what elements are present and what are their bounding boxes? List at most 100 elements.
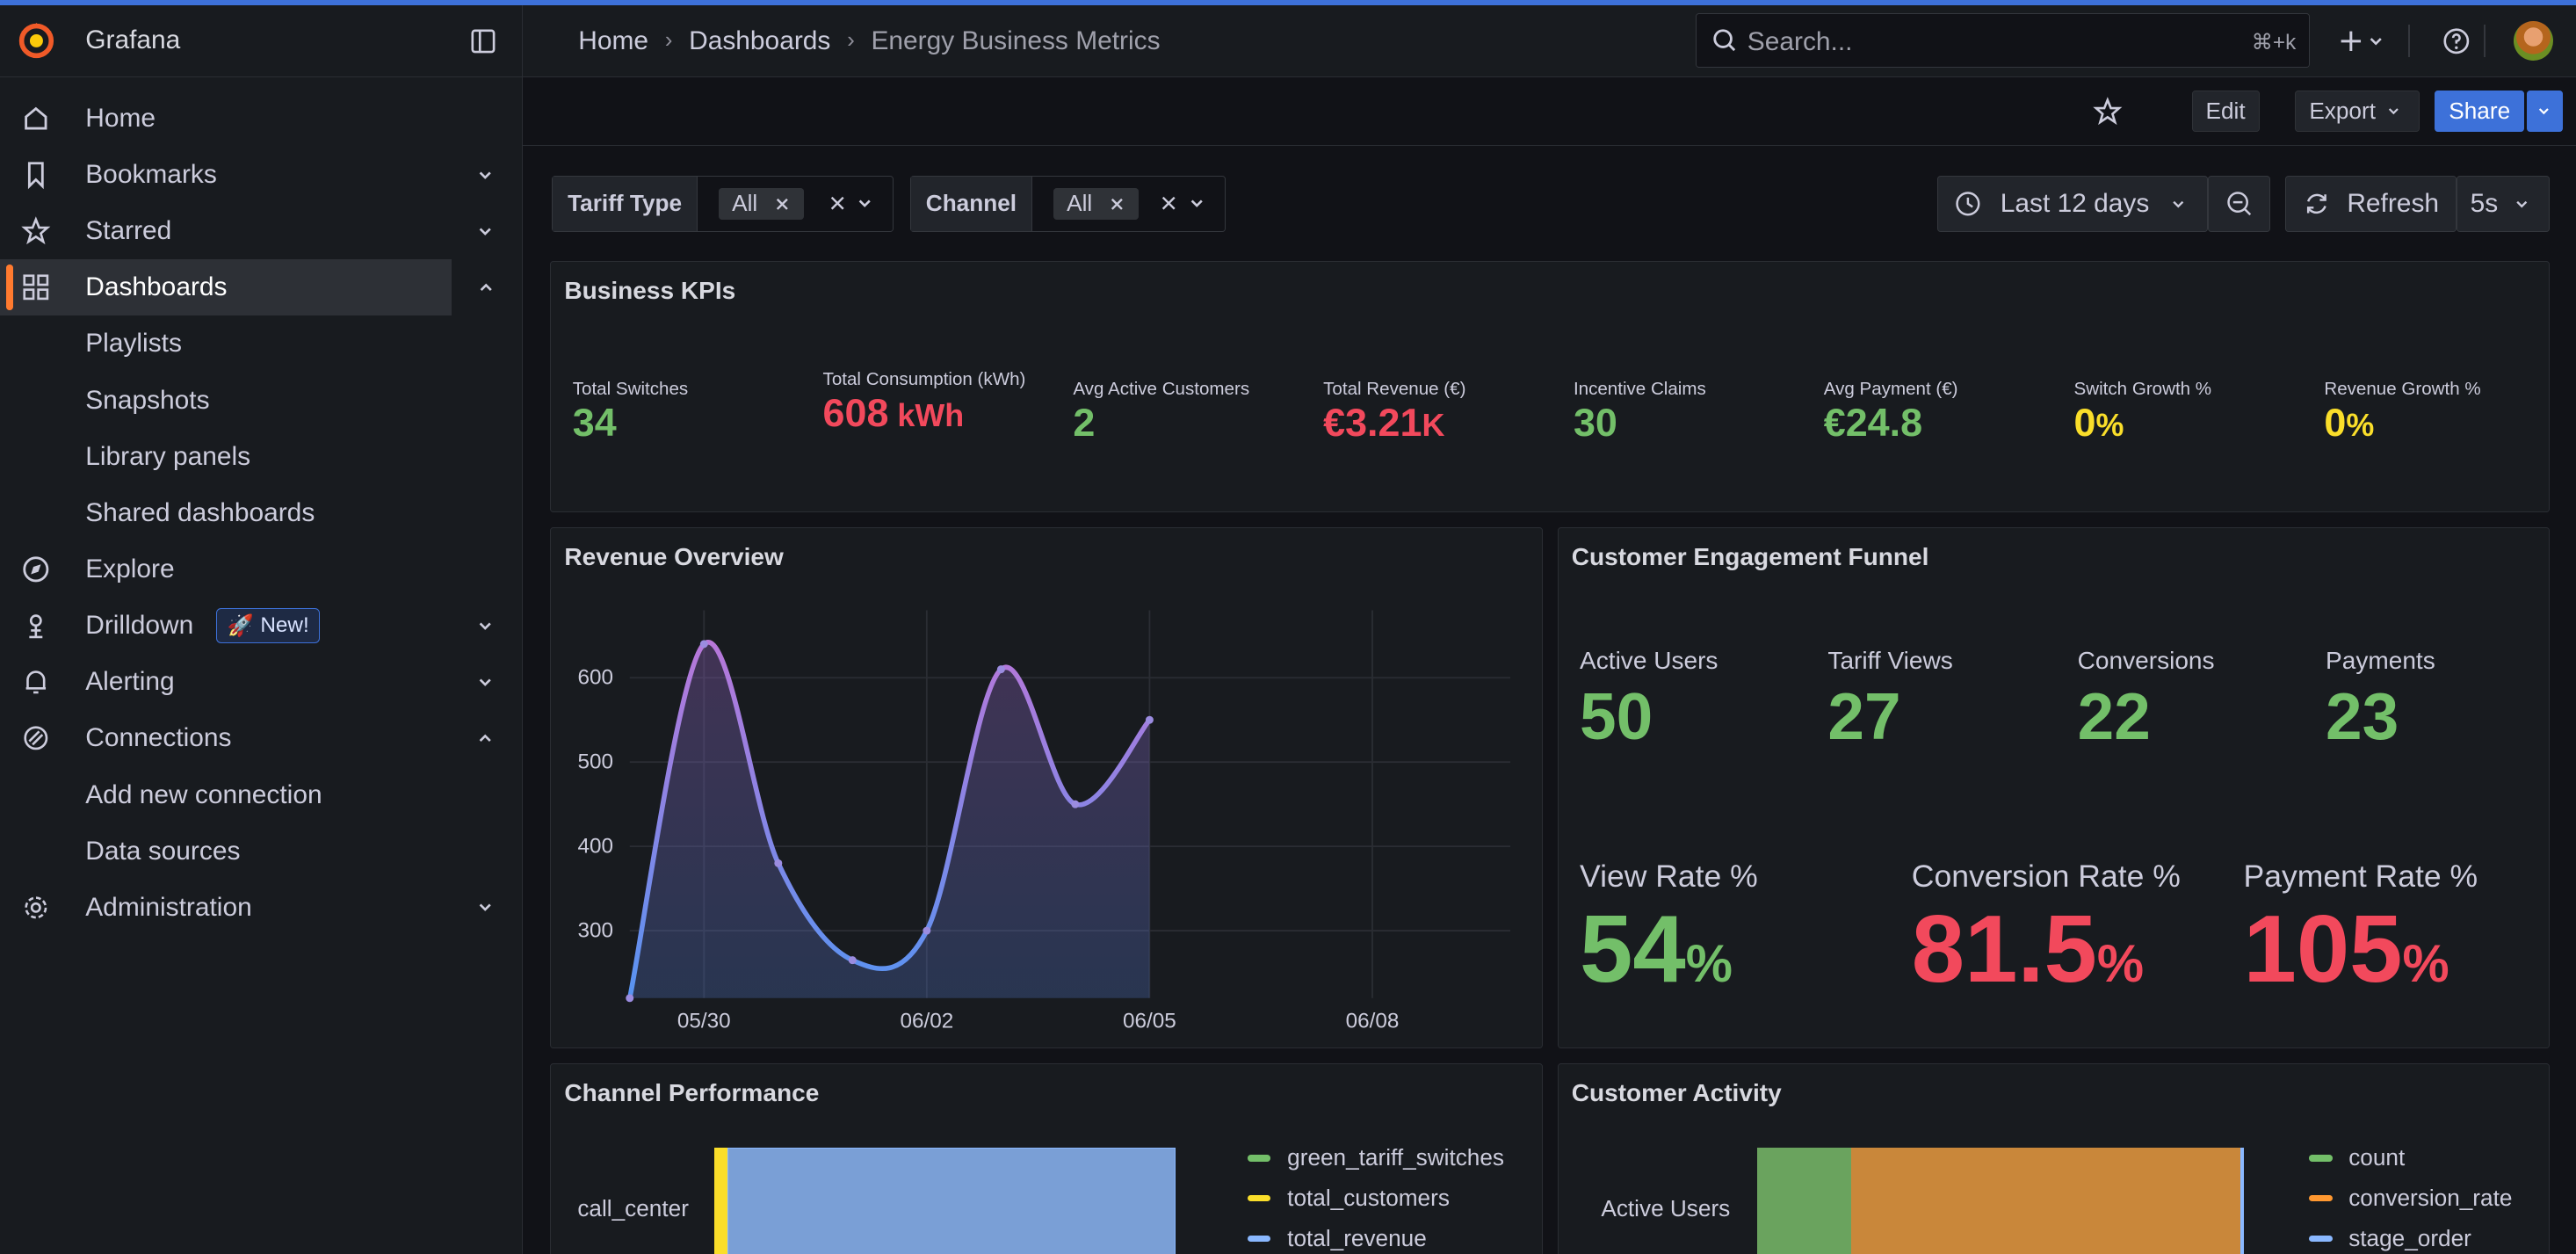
kpi-label: Total Switches (572, 378, 689, 399)
legend-swatch (2309, 1235, 2333, 1243)
legend-label: conversion_rate (2348, 1185, 2513, 1212)
star-icon[interactable] (2093, 97, 2123, 127)
chevron-down-icon[interactable] (475, 897, 495, 917)
variable-channel[interactable]: Channel All (909, 176, 1226, 232)
home-icon (25, 106, 47, 130)
chevron-up-icon[interactable] (476, 278, 496, 297)
share-menu-button[interactable] (2527, 90, 2564, 132)
sidebar-item-label: Starred (85, 216, 172, 246)
clear-icon[interactable] (1159, 193, 1178, 213)
refresh-interval-picker[interactable]: 5s (2456, 176, 2551, 232)
y-tick-label: 300 (578, 919, 614, 943)
funnel-stat-value: 22 (2077, 678, 2151, 753)
export-label: Export (2309, 97, 2376, 124)
variable-chip[interactable]: All (1053, 188, 1139, 220)
chevron-down-icon[interactable] (475, 165, 495, 185)
bar-total-revenue[interactable] (727, 1148, 1176, 1254)
bar-stage-order[interactable] (2240, 1148, 2244, 1254)
chevron-down-icon[interactable] (475, 616, 495, 635)
grafana-logo-icon[interactable] (17, 21, 56, 61)
breadcrumb-current: Energy Business Metrics (871, 25, 1161, 55)
search-input[interactable]: Search... ⌘+k (1695, 12, 2311, 68)
breadcrumb-home[interactable]: Home (578, 26, 648, 56)
nav-menu: Home Bookmarks Starred Dashboards Playli… (0, 77, 522, 936)
compass-icon (23, 556, 49, 583)
panel-channel-performance: Channel Performance call_center green_ta… (550, 1062, 1543, 1254)
kpi-label: Switch Growth % (2073, 378, 2212, 399)
sidebar-item-dashboards[interactable]: Dashboards (0, 259, 493, 316)
sidebar-item-shared-dashboards[interactable]: Shared dashboards (0, 485, 522, 541)
sidebar-item-explore[interactable]: Explore (0, 541, 522, 598)
chevron-down-icon[interactable] (475, 221, 495, 241)
legend-item[interactable]: stage_order (2309, 1219, 2512, 1254)
legend-swatch (2309, 1195, 2333, 1202)
kpi-stat: Total Switches 34 (572, 378, 803, 446)
clear-icon[interactable] (828, 193, 847, 213)
legend-item[interactable]: total_customers (1248, 1178, 1504, 1219)
variable-tariff-type[interactable]: Tariff Type All (552, 176, 894, 232)
legend-item[interactable]: green_tariff_switches (1248, 1138, 1504, 1178)
bar-total-customers[interactable] (713, 1148, 727, 1254)
bookmark-icon (28, 162, 45, 190)
breadcrumb: Home › Dashboards › Energy Business Metr… (578, 26, 1160, 56)
sidebar-item-add-new-connection[interactable]: Add new connection (0, 767, 522, 823)
refresh-button[interactable]: Refresh (2285, 176, 2457, 232)
sidebar-item-administration[interactable]: Administration (0, 880, 522, 936)
sidebar-item-playlists[interactable]: Playlists (0, 315, 522, 372)
kpi-number: 0 (2324, 400, 2347, 446)
edit-button[interactable]: Edit (2191, 90, 2260, 132)
zoom-out-button[interactable] (2208, 176, 2271, 232)
sidebar-item-library-panels[interactable]: Library panels (0, 429, 522, 485)
sidebar-item-alerting[interactable]: Alerting (0, 654, 522, 710)
chevron-down-icon[interactable] (1187, 193, 1206, 213)
variable-label: Tariff Type (553, 177, 698, 231)
rocket-icon: 🚀 (227, 614, 254, 639)
chevron-down-icon[interactable] (2366, 26, 2385, 56)
remove-icon[interactable] (774, 196, 791, 213)
legend-label: count (2348, 1144, 2406, 1171)
sidebar-item-starred[interactable]: Starred (0, 203, 522, 259)
chevron-down-icon[interactable] (855, 193, 874, 213)
variable-chip[interactable]: All (719, 188, 804, 220)
funnel-stat: Payments 23 (2326, 647, 2435, 754)
chevron-up-icon[interactable] (475, 728, 495, 748)
legend-item[interactable]: conversion_rate (2309, 1178, 2512, 1219)
new-badge: 🚀 New! (216, 608, 320, 643)
funnel-stat: Conversions 22 (2078, 647, 2215, 754)
revenue-chart[interactable]: 300 400 500 600 05/30 06/02 06/05 06/08 (551, 528, 1542, 1048)
sidebar-item-bookmarks[interactable]: Bookmarks (0, 147, 522, 203)
sidebar-item-connections[interactable]: Connections (0, 710, 522, 766)
sidebar-item-data-sources[interactable]: Data sources (0, 823, 522, 880)
export-button[interactable]: Export (2295, 90, 2420, 132)
bar-conversion-rate[interactable] (1850, 1148, 2240, 1254)
kpi-stat: Switch Growth % 0% (2073, 378, 2305, 446)
data-point (774, 859, 783, 868)
kpi-label: Incentive Claims (1573, 378, 1706, 399)
share-button[interactable]: Share (2435, 90, 2525, 132)
data-point (849, 956, 857, 965)
sidebar-item-home[interactable]: Home (0, 91, 522, 147)
breadcrumb-dashboards[interactable]: Dashboards (689, 26, 830, 56)
legend-item[interactable]: total_revenue (1248, 1219, 1504, 1254)
search-placeholder: Search... (1747, 26, 1853, 56)
funnel-stat: Active Users 50 (1580, 647, 1718, 754)
kpi-unit: kWh (888, 398, 965, 434)
chevron-down-icon[interactable] (475, 672, 495, 692)
sidebar-item-drilldown[interactable]: Drilldown 🚀 New! (0, 598, 522, 654)
legend-item[interactable]: count (2309, 1138, 2512, 1178)
kpi-value: 2 (1073, 400, 1303, 446)
remove-icon[interactable] (1109, 196, 1125, 213)
help-icon[interactable] (2442, 26, 2471, 56)
clock-icon (1956, 192, 1980, 216)
plus-icon[interactable] (2336, 26, 2366, 56)
y-tick-label: 500 (578, 750, 614, 774)
bar-count[interactable] (1757, 1148, 1851, 1254)
funnel-stat-label: Tariff Views (1827, 646, 1953, 674)
zoom-out-icon (2227, 192, 2252, 216)
sidebar-item-snapshots[interactable]: Snapshots (0, 373, 522, 429)
panel-business-kpis: Business KPIs Total Switches 34 Total Cons… (550, 261, 2551, 513)
time-range-picker[interactable]: Last 12 days (1936, 176, 2209, 232)
avatar[interactable] (2514, 21, 2553, 62)
dock-menu-icon[interactable] (470, 28, 496, 54)
badge-label: New! (260, 613, 309, 638)
